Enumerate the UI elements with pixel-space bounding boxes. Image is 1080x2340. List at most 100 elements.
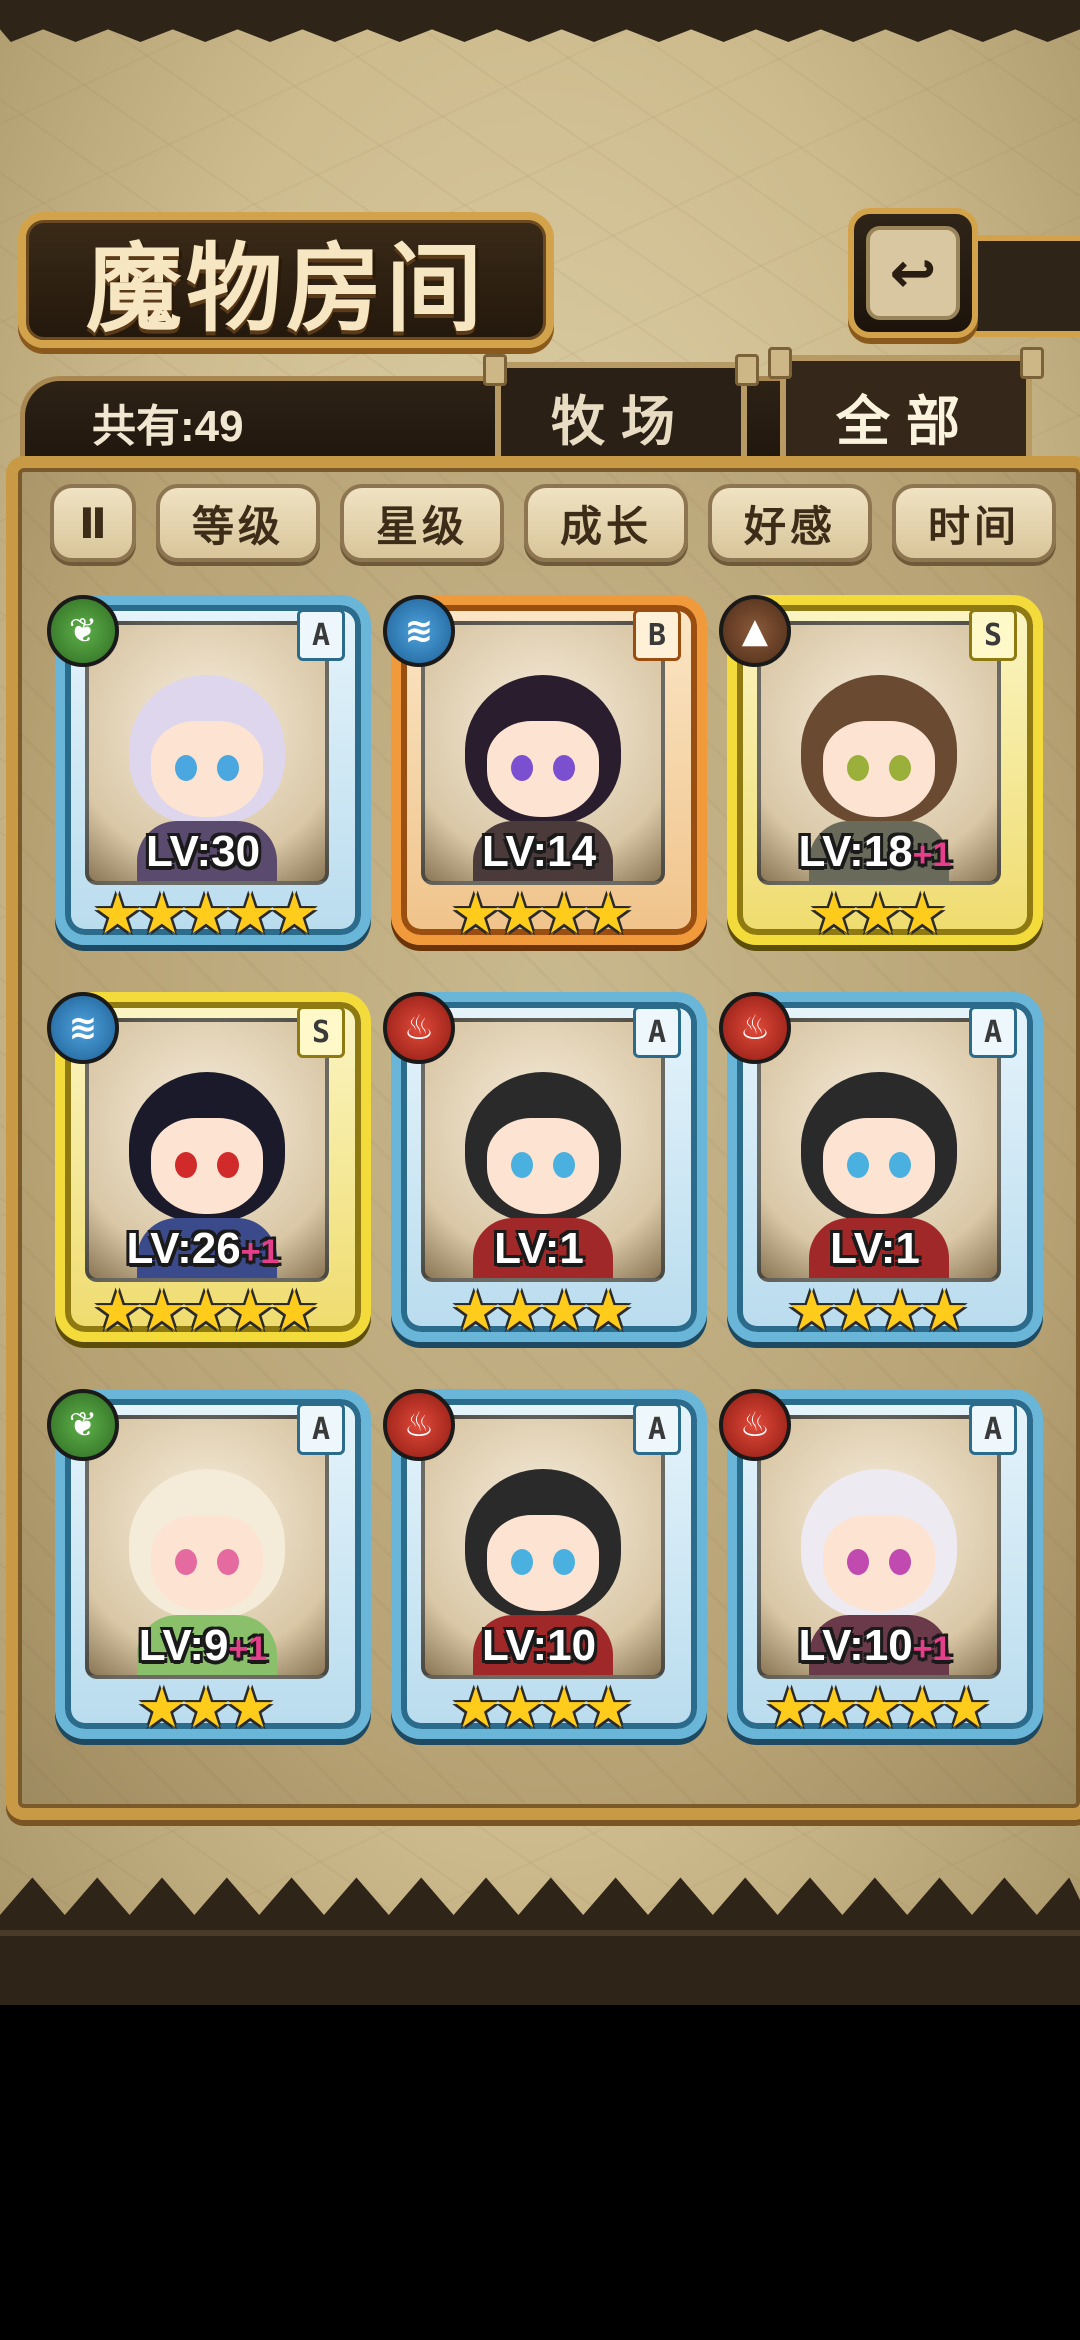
level-label: LV:26+1 (47, 1224, 359, 1274)
portrait-eye (553, 1549, 575, 1575)
tab-pin (483, 354, 507, 386)
filter-affection-button[interactable]: 好感 (708, 484, 872, 562)
portrait-eye (217, 1152, 239, 1178)
level-value: LV:9 (138, 1621, 229, 1670)
level-label: LV:18+1 (719, 827, 1031, 877)
monster-card[interactable]: ♨ A LV:10+1 ★★★★★ (719, 1389, 1043, 1749)
level-label: LV:30 (47, 827, 359, 877)
level-value: LV:1 (494, 1224, 584, 1273)
filter-level-button[interactable]: 等级 (156, 484, 320, 562)
rank-badge: A (969, 1403, 1017, 1455)
title-banner: 魔物房间 (18, 212, 554, 348)
portrait-eye (217, 1549, 239, 1575)
monster-card[interactable]: ❦ A LV:9+1 ★★★ (47, 1389, 371, 1749)
level-label: LV:10 (383, 1621, 695, 1671)
back-button[interactable]: ↩ (848, 208, 978, 338)
tab-ranch-label: 牧场 (551, 389, 691, 453)
rank-badge: A (297, 609, 345, 661)
level-bonus: +1 (912, 836, 952, 874)
level-value: LV:10 (798, 1621, 913, 1670)
portrait-eye (889, 1152, 911, 1178)
level-label: LV:1 (719, 1224, 1031, 1274)
rank-badge: A (969, 1006, 1017, 1058)
filter-bar: Ⅱ 等级 星级 成长 好感 时间 (50, 484, 1056, 564)
rank-badge: B (633, 609, 681, 661)
filter-star-button[interactable]: 星级 (340, 484, 504, 562)
level-value: LV:1 (830, 1224, 920, 1273)
tab-pin (1020, 347, 1044, 379)
element-fire-icon: ♨ (383, 1389, 455, 1461)
portrait-eye (217, 755, 239, 781)
portrait-face (823, 1515, 935, 1611)
portrait-face (487, 1118, 599, 1214)
tab-pin (768, 347, 792, 379)
portrait-face (151, 1515, 263, 1611)
tab-pin (735, 354, 759, 386)
portrait-eye (889, 755, 911, 781)
level-value: LV:10 (481, 1621, 597, 1670)
element-water-icon: ≋ (383, 595, 455, 667)
star-rating: ★★★★ (450, 882, 634, 947)
monster-card[interactable]: ♨ A LV:1 ★★★★ (719, 992, 1043, 1352)
element-leaf-icon: ❦ (47, 595, 119, 667)
rank-badge: A (633, 1006, 681, 1058)
portrait-eye (511, 1152, 533, 1178)
portrait-face (823, 1118, 935, 1214)
portrait-eye (847, 1152, 869, 1178)
portrait-face (151, 721, 263, 817)
monster-card[interactable]: ❦ A LV:30 ★★★★★ (47, 595, 371, 955)
rank-badge: S (969, 609, 1017, 661)
filter-time-button[interactable]: 时间 (892, 484, 1056, 562)
sort-icon: Ⅱ (79, 498, 107, 548)
monster-card[interactable]: ≋ S LV:26+1 ★★★★★ (47, 992, 371, 1352)
portrait-eye (175, 1549, 197, 1575)
element-fire-icon: ♨ (719, 992, 791, 1064)
star-rating: ★★★ (136, 1676, 276, 1741)
star-rating: ★★★★ (450, 1279, 634, 1344)
tab-ranch[interactable]: 牧场 (483, 354, 759, 464)
filter-growth-button[interactable]: 成长 (524, 484, 688, 562)
portrait-eye (847, 755, 869, 781)
element-fire-icon: ♨ (383, 992, 455, 1064)
monster-card[interactable]: ♨ A LV:1 ★★★★ (383, 992, 707, 1352)
star-rating: ★★★★★ (92, 882, 319, 947)
portrait-face (823, 721, 935, 817)
bottom-jagged-border (0, 1877, 1080, 2005)
tab-all[interactable]: 全部 (768, 347, 1044, 471)
level-value: LV:26 (126, 1224, 241, 1273)
level-value: LV:30 (145, 827, 261, 876)
monster-card[interactable]: ▲ S LV:18+1 ★★★ (719, 595, 1043, 955)
level-label: LV:14 (383, 827, 695, 877)
portrait-face (487, 1515, 599, 1611)
star-rating: ★★★★★ (764, 1676, 991, 1741)
level-bonus: +1 (228, 1630, 268, 1668)
star-rating: ★★★★ (786, 1279, 970, 1344)
portrait-eye (511, 755, 533, 781)
level-bonus: +1 (912, 1630, 952, 1668)
portrait-face (151, 1118, 263, 1214)
rank-badge: A (297, 1403, 345, 1455)
level-value: LV:18 (798, 827, 913, 876)
return-arrow-icon: ↩ (866, 226, 960, 320)
portrait-face (487, 721, 599, 817)
game-screen: 魔物房间 ↩ 共有:49 牧场 全部 Ⅱ 等级 星级 成长 好感 时间 ❦ A LV… (0, 0, 1080, 2005)
portrait-eye (175, 755, 197, 781)
star-rating: ★★★ (808, 882, 948, 947)
monster-card[interactable]: ≋ B LV:14 ★★★★ (383, 595, 707, 955)
back-button-bar (960, 235, 1080, 337)
page-title: 魔物房间 (86, 231, 486, 345)
portrait-eye (175, 1152, 197, 1178)
sort-order-button[interactable]: Ⅱ (50, 484, 136, 562)
level-label: LV:1 (383, 1224, 695, 1274)
level-label: LV:9+1 (47, 1621, 359, 1671)
monster-count: 共有:49 (92, 402, 244, 451)
star-rating: ★★★★ (450, 1676, 634, 1741)
portrait-eye (847, 1549, 869, 1575)
monster-card[interactable]: ♨ A LV:10 ★★★★ (383, 1389, 707, 1749)
portrait-eye (889, 1549, 911, 1575)
element-fire-icon: ♨ (719, 1389, 791, 1461)
element-earth-icon: ▲ (719, 595, 791, 667)
rank-badge: A (633, 1403, 681, 1455)
portrait-eye (511, 1549, 533, 1575)
element-leaf-icon: ❦ (47, 1389, 119, 1461)
